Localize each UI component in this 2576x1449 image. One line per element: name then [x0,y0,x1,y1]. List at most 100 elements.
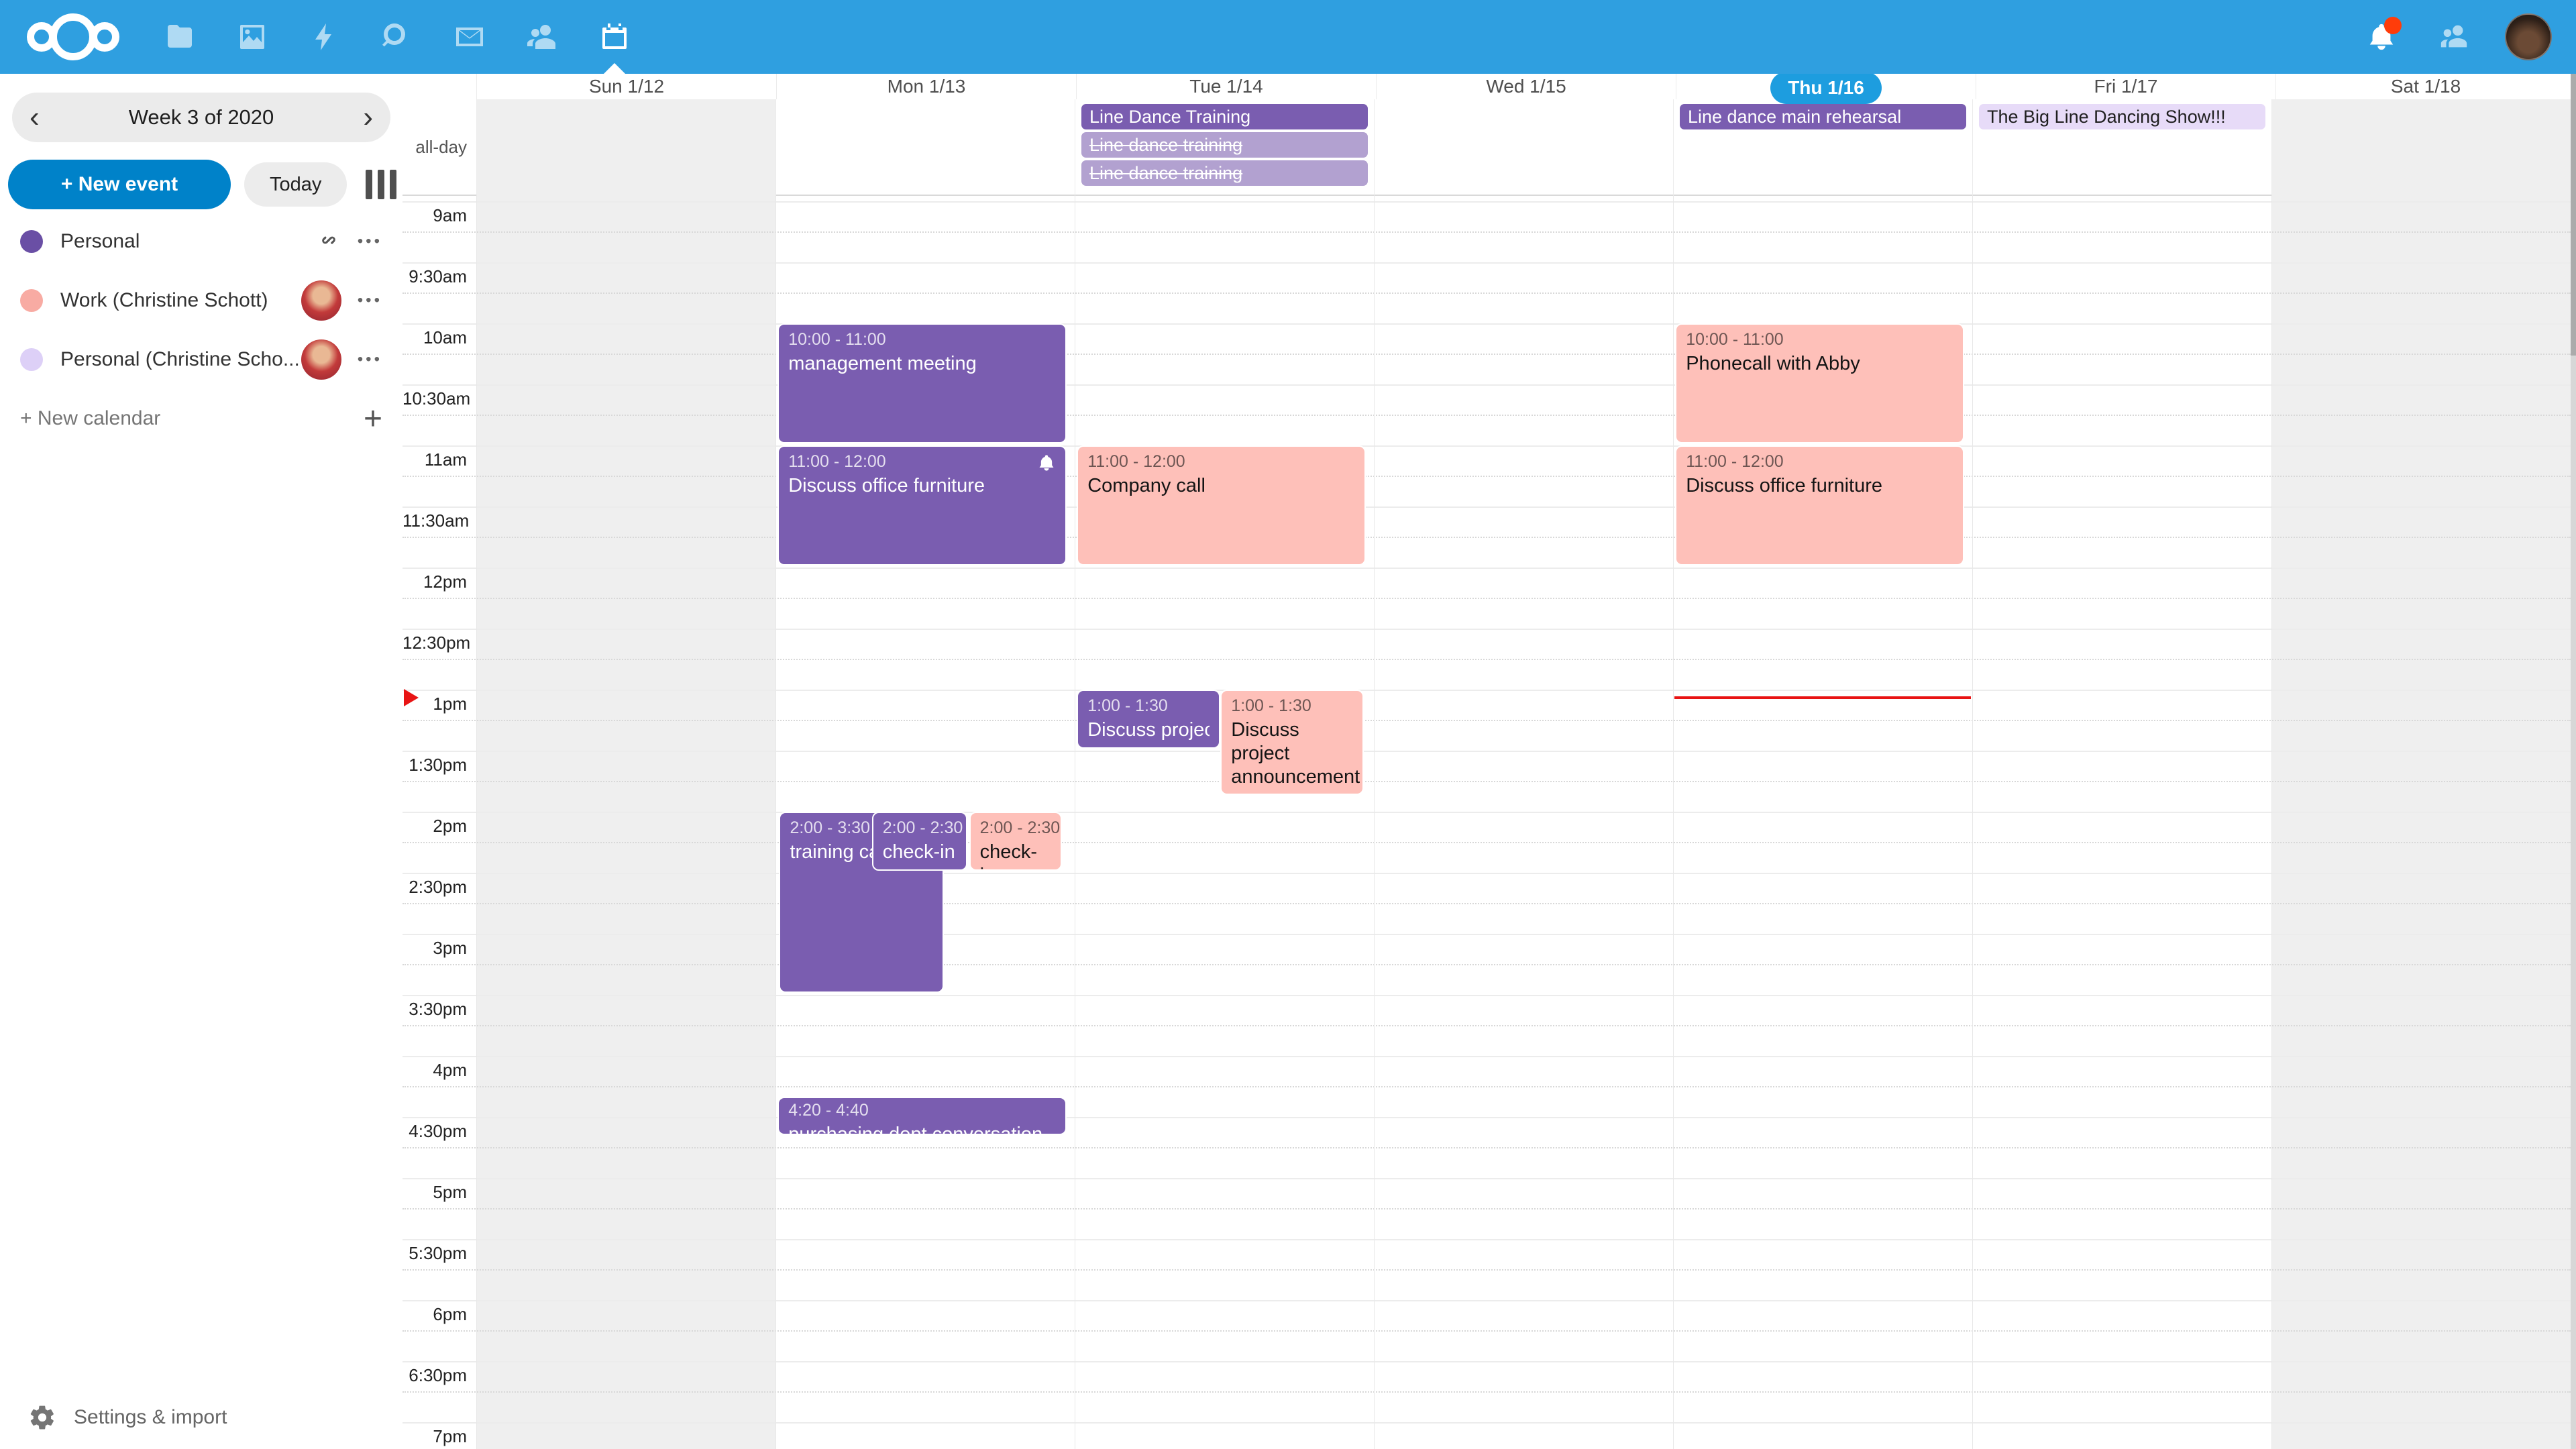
event-title: Discuss office furniture [1686,474,1953,498]
event[interactable]: 10:00 - 11:00management meeting [777,323,1066,443]
day-header-mon[interactable]: Mon 1/13 [776,74,1076,99]
time-label: 4pm [402,1060,467,1081]
app-icon-files[interactable] [144,0,216,74]
event[interactable]: 2:00 - 2:30check-in [872,812,968,871]
event-time: 10:00 - 11:00 [788,329,1055,350]
week-label[interactable]: Week 3 of 2020 [56,105,346,129]
event-title: Discuss office furniture [788,474,1055,498]
today-day-pill[interactable]: Thu 1/16 [1770,72,1882,104]
nextcloud-logo[interactable] [27,13,119,60]
day-column[interactable]: 11:00 - 12:00Company call 1:00 - 1:30Disc… [1075,195,1375,1449]
app-icon-calendar[interactable] [578,0,651,74]
event[interactable]: 11:00 - 12:00Company call [1077,445,1365,566]
all-day-event[interactable]: Line Dance Training [1081,104,1368,129]
day-header-wed[interactable]: Wed 1/15 [1376,74,1676,99]
time-label: 9am [402,205,467,226]
app-icon-activity[interactable] [288,0,361,74]
day-header-sat[interactable]: Sat 1/18 [2275,74,2575,99]
app-icon-photos[interactable] [216,0,288,74]
scrollbar-thumb[interactable] [2571,74,2576,356]
event[interactable]: 10:00 - 11:00Phonecall with Abby [1675,323,1964,443]
time-label: 4:30pm [402,1121,467,1142]
week-navigation: ‹ Week 3 of 2020 › [12,93,390,142]
calendar-list: Personal•••Work (Christine Schott)•••Per… [0,212,402,448]
sidebar: ‹ Week 3 of 2020 › + New event Today Per… [0,74,402,1449]
calendar-color-dot [20,348,43,371]
today-button[interactable]: Today [244,162,347,207]
app-navigation [144,0,651,74]
all-day-event[interactable]: Line dance training [1081,132,1368,158]
share-link-icon[interactable] [316,227,341,256]
calendar-menu-button[interactable]: ••• [358,291,382,310]
day-header-tue[interactable]: Tue 1/14 [1076,74,1376,99]
notifications-bell-icon[interactable] [2360,15,2403,58]
all-day-row: all-day Line Dance TrainingLine dance tr… [402,99,2571,196]
view-switcher-icon[interactable] [366,170,396,199]
app-icon-mail[interactable] [433,0,506,74]
day-header-sun[interactable]: Sun 1/12 [476,74,776,99]
calendar-color-dot [20,289,43,312]
all-day-event[interactable]: Line dance training [1081,160,1368,186]
day-column[interactable]: 10:00 - 11:00management meeting11:00 - 1… [775,195,1075,1449]
day-column[interactable] [1972,195,2272,1449]
calendar-list-item[interactable]: Work (Christine Schott) ••• [0,271,402,330]
calendar-list-item[interactable]: Personal (Christine Scho...••• [0,330,402,389]
gear-icon [28,1403,56,1432]
event-time: 11:00 - 12:00 [788,451,1055,472]
all-day-cell [476,99,775,195]
settings-import-button[interactable]: Settings & import [28,1403,227,1432]
event[interactable]: 1:00 - 1:30Discuss project announcement [1077,690,1220,749]
time-label: 6pm [402,1304,467,1325]
all-day-cell: The Big Line Dancing Show!!! [1972,99,2271,195]
event-time: 2:00 - 2:30 [980,818,1051,839]
all-day-event[interactable]: Line dance main rehearsal [1680,104,1966,129]
all-day-event[interactable]: The Big Line Dancing Show!!! [1979,104,2265,129]
time-label: 1:30pm [402,755,467,775]
event[interactable]: 11:00 - 12:00Discuss office furniture [777,445,1066,566]
new-calendar-button[interactable]: + New calendar+ [0,389,402,448]
new-event-button[interactable]: + New event [8,160,231,209]
time-label: 6:30pm [402,1365,467,1386]
app-icon-search[interactable] [361,0,433,74]
all-day-cell [2271,99,2571,195]
event[interactable]: 2:00 - 2:30check-in [969,812,1062,871]
calendar-name: Work (Christine Schott) [60,289,301,312]
settings-import-label: Settings & import [74,1406,227,1429]
vertical-scrollbar[interactable] [2571,74,2576,1449]
time-label: 3pm [402,938,467,959]
event[interactable]: 1:00 - 1:30Discuss project announcement [1220,690,1364,795]
event-time: 11:00 - 12:00 [1087,451,1354,472]
contacts-menu-icon[interactable] [2432,15,2475,58]
event-title: Company call [1087,474,1354,498]
calendar-list-item[interactable]: Personal••• [0,212,402,271]
day-column[interactable]: 10:00 - 11:00Phonecall with Abby11:00 - … [1673,195,1973,1449]
next-week-button[interactable]: › [346,103,373,132]
logo-circle [50,13,97,60]
user-avatar[interactable] [2505,13,2552,60]
day-column[interactable] [1374,195,1674,1449]
day-column[interactable] [2271,195,2571,1449]
notification-badge [2384,17,2402,34]
calendar-color-dot [20,230,43,253]
day-header-thu[interactable]: Thu 1/16 [1676,74,1976,99]
all-day-cell: Line dance main rehearsal [1673,99,1972,195]
time-label: 11:30am [402,511,467,531]
event-title: management meeting [788,352,1055,376]
event[interactable]: 11:00 - 12:00Discuss office furniture [1675,445,1964,566]
current-time-arrow [404,689,419,706]
calendar-week-view: Sun 1/12Mon 1/13Tue 1/14Wed 1/15Thu 1/16… [402,74,2576,1449]
time-label: 12:30pm [402,633,467,653]
shared-by-avatar [301,280,341,321]
day-header-fri[interactable]: Fri 1/17 [1976,74,2275,99]
day-column[interactable] [476,195,776,1449]
event[interactable]: 4:20 - 4:40purchasing dept conversation [777,1097,1066,1136]
previous-week-button[interactable]: ‹ [30,103,56,132]
app-icon-contacts[interactable] [506,0,578,74]
time-label: 12pm [402,572,467,592]
calendar-item-actions: ••• [316,227,382,256]
all-day-cell [1374,99,1673,195]
event-time: 1:00 - 1:30 [1231,696,1353,716]
calendar-menu-button[interactable]: ••• [358,232,382,251]
view-bar [366,170,372,199]
calendar-menu-button[interactable]: ••• [358,350,382,369]
